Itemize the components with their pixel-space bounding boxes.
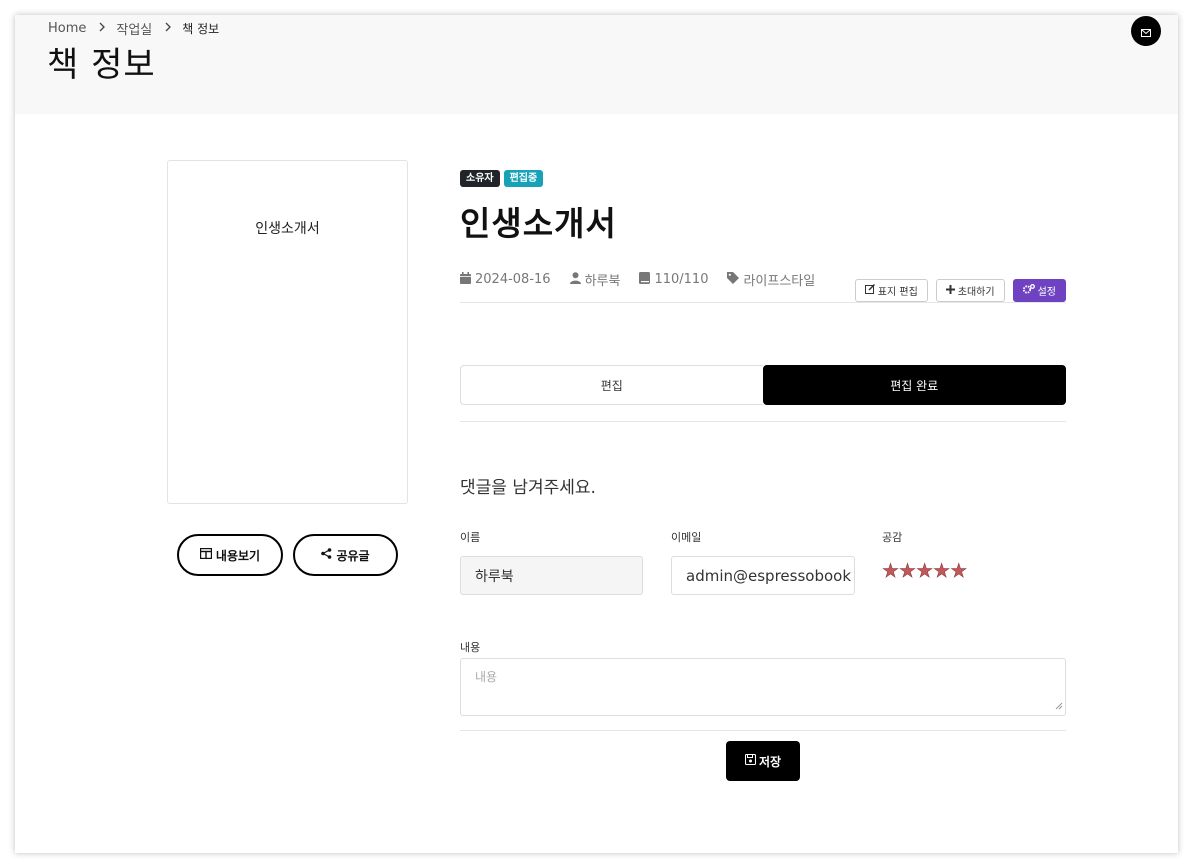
- view-content-label: 내용보기: [215, 548, 261, 563]
- table-icon: [199, 547, 213, 562]
- mail-button[interactable]: [1131, 16, 1161, 46]
- breadcrumb-workroom[interactable]: 작업실: [116, 19, 152, 38]
- name-field[interactable]: 하루북: [460, 556, 643, 595]
- cover-title: 인생소개서: [255, 221, 320, 237]
- breadcrumb: Home 작업실 책 정보: [48, 19, 219, 38]
- save-button[interactable]: 저장: [726, 741, 800, 781]
- star-icon[interactable]: ★: [916, 561, 934, 582]
- book-meta-row: 2024-08-16 하루북 110/110 라이프스타일 표지 편집 초대하기…: [460, 263, 1066, 303]
- email-field[interactable]: admin@espressobook: [671, 556, 855, 595]
- comment-heading: 댓글을 남겨주세요.: [460, 478, 596, 498]
- save-icon: [744, 753, 757, 768]
- share-post-button[interactable]: 공유글: [293, 534, 398, 576]
- divider: [460, 421, 1066, 422]
- cover-edit-label: 표지 편집: [877, 287, 918, 298]
- star-icon[interactable]: ★: [882, 561, 900, 582]
- book-icon: [639, 271, 651, 288]
- invite-button[interactable]: 초대하기: [935, 279, 1005, 302]
- breadcrumb-current: 책 정보: [182, 22, 220, 36]
- badge-group: 소유자 편집중: [460, 170, 1066, 187]
- meta-pages-text: 110/110: [654, 272, 709, 287]
- book-meta: 2024-08-16 하루북 110/110 라이프스타일: [460, 270, 815, 289]
- share-icon: [321, 548, 332, 562]
- meta-category-text: 라이프스타일: [743, 274, 816, 289]
- page-header: Home 작업실 책 정보 책 정보: [15, 15, 1178, 114]
- tab-edit-complete[interactable]: 편집 완료: [762, 365, 1066, 405]
- meta-category: 라이프스타일: [727, 270, 815, 289]
- view-content-button[interactable]: 내용보기: [177, 534, 283, 576]
- chevron-right-icon: [164, 22, 172, 35]
- cover-actions: 내용보기 공유글: [177, 534, 398, 576]
- user-icon: [569, 271, 581, 288]
- divider: [460, 730, 1066, 731]
- save-label: 저장: [758, 754, 782, 769]
- content-placeholder: 내용: [475, 670, 498, 684]
- editing-badge: 편집중: [503, 170, 544, 187]
- resize-handle-icon[interactable]: [1055, 699, 1063, 713]
- page-frame: Home 작업실 책 정보 책 정보 인생소개서 내용보기 공유글 소유자 편집…: [15, 15, 1178, 853]
- settings-label: 설정: [1037, 287, 1056, 298]
- owner-badge: 소유자: [460, 170, 500, 187]
- book-info: 소유자 편집중 인생소개서 2024-08-16 하루북 110/110 라이프…: [460, 170, 1066, 781]
- share-post-label: 공유글: [336, 548, 370, 563]
- page-title: 책 정보: [47, 45, 156, 85]
- chevron-right-icon: [98, 22, 106, 35]
- name-label: 이름: [460, 531, 481, 544]
- breadcrumb-home[interactable]: Home: [48, 21, 86, 36]
- rating-label: 공감: [882, 531, 903, 544]
- meta-date-text: 2024-08-16: [475, 272, 551, 287]
- star-icon[interactable]: ★: [950, 561, 968, 582]
- envelope-icon: [1141, 22, 1151, 41]
- edit-tabs: 편집 편집 완료: [460, 365, 1066, 405]
- meta-pages: 110/110: [639, 270, 708, 289]
- meta-author-text: 하루북: [584, 274, 621, 289]
- star-icon[interactable]: ★: [899, 561, 917, 582]
- book-cover: 인생소개서: [167, 160, 408, 504]
- calendar-icon: [460, 271, 471, 288]
- tab-edit[interactable]: 편집: [460, 365, 763, 405]
- content-label: 내용: [460, 641, 481, 654]
- edit-icon: [864, 284, 875, 297]
- tag-icon: [727, 271, 740, 288]
- book-actions: 표지 편집 초대하기 설정: [854, 279, 1066, 302]
- settings-button[interactable]: 설정: [1012, 279, 1066, 302]
- meta-author: 하루북: [569, 270, 621, 289]
- book-title: 인생소개서: [460, 204, 617, 243]
- content-textarea[interactable]: 내용: [460, 658, 1066, 716]
- invite-label: 초대하기: [957, 287, 995, 298]
- meta-date: 2024-08-16: [460, 270, 551, 289]
- cover-edit-button[interactable]: 표지 편집: [854, 279, 928, 302]
- star-icon[interactable]: ★: [933, 561, 951, 582]
- email-label: 이메일: [671, 531, 702, 544]
- gears-icon: [1022, 284, 1035, 297]
- rating-stars[interactable]: ★ ★ ★ ★ ★: [882, 561, 968, 582]
- plus-icon: [945, 284, 955, 297]
